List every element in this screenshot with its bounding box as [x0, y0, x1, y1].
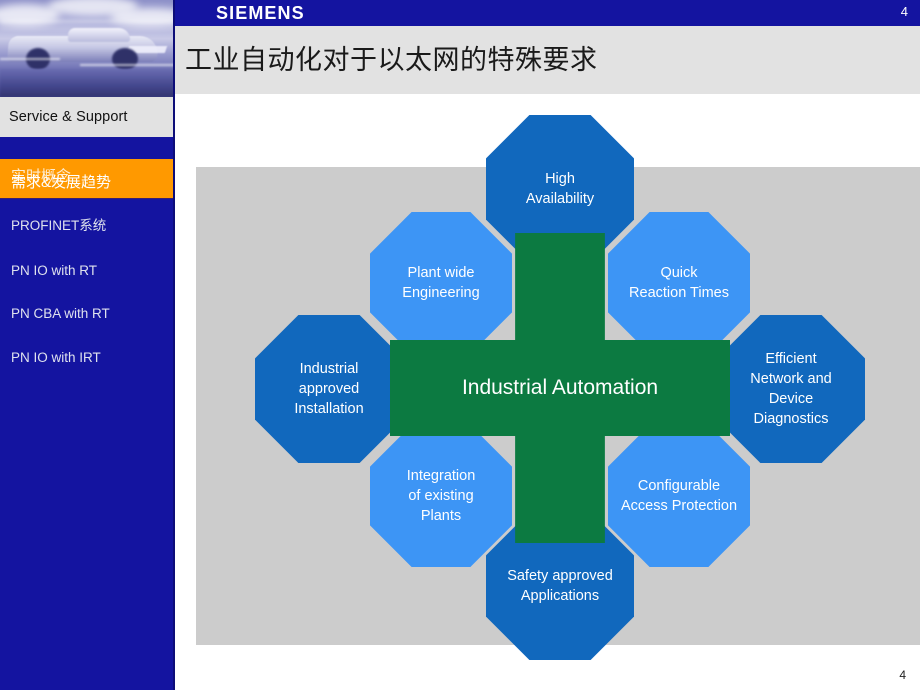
sidebar-brand-bar: Service & Support: [0, 97, 175, 137]
sidebar-item-label: PROFINET系统: [11, 218, 107, 233]
racecar-ground: [0, 69, 175, 97]
racecar-wheel-rear: [112, 48, 138, 70]
page-title: 工业自动化对于以太网的特殊要求: [185, 45, 598, 76]
sidebar-item-label-stack: 实时概念 需求&发展趋势: [11, 168, 171, 191]
node-industrial-approved-installation[interactable]: Industrial approved Installation: [255, 315, 403, 463]
racecar-nose: [68, 28, 130, 42]
racecar-image: [0, 0, 175, 97]
node-label: Efficient Network and Device Diagnostics: [744, 349, 837, 429]
node-label-line: Industrial: [299, 361, 359, 377]
node-label-line: Safety approved: [507, 568, 613, 584]
footer-page-number: 4: [899, 668, 906, 682]
siemens-header-bar: SIEMENS 4: [175, 0, 920, 26]
node-label-line: Installation: [294, 401, 364, 417]
title-band: 工业自动化对于以太网的特殊要求: [175, 26, 920, 94]
center-label-text: Industrial Automation: [461, 376, 659, 399]
header-page-number: 4: [900, 4, 908, 19]
sidebar-item-pn-io-rt[interactable]: PN IO with RT: [0, 258, 175, 282]
node-label-line: Network and: [750, 371, 832, 387]
sidebar-brand-label: Service & Support: [9, 109, 128, 125]
node-label-line: Availability: [525, 191, 595, 207]
node-label: Industrial approved Installation: [288, 359, 369, 419]
node-label-line: Efficient: [765, 351, 817, 367]
node-efficient-network-device-diagnostics[interactable]: Efficient Network and Device Diagnostics: [717, 315, 865, 463]
node-label-line: High: [545, 171, 575, 187]
node-label-line: Device: [768, 391, 814, 407]
sidebar-item-label: PN IO with IRT: [11, 349, 101, 365]
node-label: High Availability: [520, 169, 600, 209]
sidebar: Service & Support 实时概念 需求&发展趋势 PROFINET系…: [0, 0, 175, 690]
sidebar-spacer: [0, 137, 175, 159]
node-label-line: Applications: [520, 588, 600, 604]
sidebar-item-pn-io-irt[interactable]: PN IO with IRT: [0, 345, 175, 369]
sidebar-item-profinet[interactable]: PROFINET系统: [0, 212, 175, 236]
sidebar-item-requirements[interactable]: 实时概念 需求&发展趋势: [0, 159, 175, 199]
node-label: Safety approved Applications: [501, 566, 619, 606]
siemens-logo: SIEMENS: [216, 3, 305, 23]
sidebar-item-pn-cba-rt[interactable]: PN CBA with RT: [0, 301, 175, 325]
sidebar-item-label: PN IO with RT: [11, 262, 98, 278]
sidebar-item-label: PN CBA with RT: [11, 305, 110, 321]
industrial-automation-diagram: High Availability Plant wide Engineering…: [255, 115, 865, 660]
node-label-line: Diagnostics: [753, 411, 829, 427]
center-label: Industrial Automation: [390, 233, 730, 543]
sidebar-item-label: 需求&发展趋势: [11, 174, 112, 191]
node-label-line: approved: [298, 381, 360, 397]
